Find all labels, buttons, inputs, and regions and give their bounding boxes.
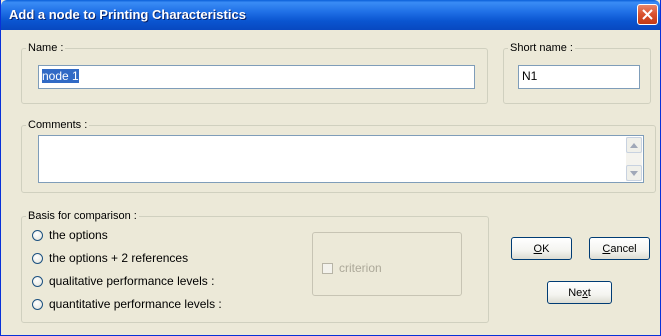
name-value: node 1 [42,69,79,83]
radio-options-plus-references[interactable]: the options + 2 references [32,250,188,266]
comments-label: Comments : [26,119,90,131]
criterion-label: criterion [339,261,382,275]
arrow-down-icon [630,170,638,176]
short-name-value: N1 [522,69,538,83]
cancel-label-rest: ancel [610,242,637,255]
close-button[interactable] [637,4,658,25]
radio-circle[interactable] [32,229,43,241]
radio-the-options[interactable]: the options [32,227,108,243]
close-icon [642,9,653,20]
ok-mnemonic: O [533,242,543,255]
cancel-button[interactable]: Cancel [589,237,650,260]
scroll-up-button[interactable] [626,137,642,153]
cancel-mnemonic: C [602,242,611,255]
radio-circle[interactable] [32,252,43,264]
ok-label-rest: K [542,242,550,255]
basis-label: Basis for comparison : [26,210,139,222]
radio-qualitative-levels[interactable]: qualitative performance levels : [32,273,214,289]
radio-label: qualitative performance levels : [49,274,215,288]
ok-button[interactable]: OK [511,237,572,260]
comments-scrollbar[interactable] [626,137,642,181]
arrow-up-icon [630,142,638,148]
short-name-group: Short name : N1 [503,42,651,104]
dialog-window: Add a node to Printing Characteristics N… [0,0,661,336]
short-name-field[interactable]: N1 [518,65,640,89]
short-name-label: Short name : [508,42,575,54]
radio-label: the options + 2 references [49,251,189,265]
radio-circle[interactable] [32,275,43,287]
next-label-pre: Ne [568,286,583,299]
comments-field[interactable] [38,135,644,183]
criterion-checkbox[interactable] [322,262,333,274]
name-field[interactable]: node 1 [38,65,475,89]
scroll-down-button[interactable] [626,165,642,181]
next-button[interactable]: Ne x t [547,281,612,304]
title-bar[interactable]: Add a node to Printing Characteristics [1,0,660,30]
radio-quantitative-levels[interactable]: quantitative performance levels : [32,296,222,312]
basis-group: Basis for comparison : the options the o… [21,210,489,323]
criterion-checkbox-row[interactable]: criterion [322,261,382,275]
comments-group: Comments : [21,119,656,193]
radio-label: quantitative performance levels : [49,297,222,311]
next-label-rest: t [587,286,591,299]
window-title: Add a node to Printing Characteristics [9,7,246,22]
name-group: Name : node 1 [21,42,488,104]
radio-label: the options [49,228,108,242]
radio-circle[interactable] [32,298,43,310]
criterion-box: criterion [312,232,462,296]
name-label: Name : [26,42,66,54]
